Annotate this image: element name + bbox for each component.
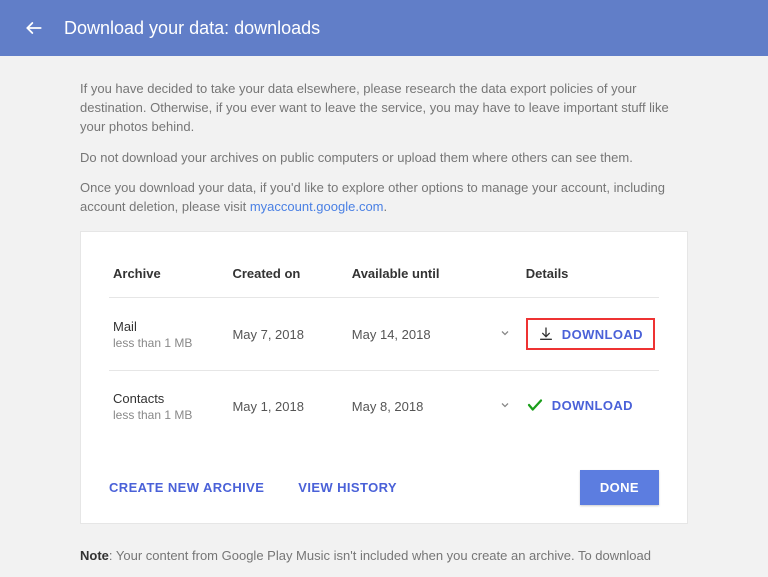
archives-table: Archive Created on Available until Detai… xyxy=(109,256,659,442)
arrow-left-icon xyxy=(24,18,44,38)
footer-note: Note: Your content from Google Play Musi… xyxy=(80,548,688,563)
chevron-down-icon xyxy=(499,399,511,411)
myaccount-link[interactable]: myaccount.google.com xyxy=(250,199,384,214)
card-actions: CREATE NEW ARCHIVE VIEW HISTORY DONE xyxy=(109,470,659,505)
intro-paragraph-1: If you have decided to take your data el… xyxy=(80,80,688,137)
archives-card: Archive Created on Available until Detai… xyxy=(80,231,688,524)
table-row: Contacts less than 1 MB May 1, 2018 May … xyxy=(109,371,659,443)
create-new-archive-button[interactable]: CREATE NEW ARCHIVE xyxy=(109,480,264,495)
archive-size: less than 1 MB xyxy=(113,408,224,422)
th-available: Available until xyxy=(348,256,489,298)
done-button[interactable]: DONE xyxy=(580,470,659,505)
expand-row-toggle[interactable] xyxy=(489,371,522,443)
th-details: Details xyxy=(522,256,659,298)
table-row: Mail less than 1 MB May 7, 2018 May 14, … xyxy=(109,298,659,371)
th-created: Created on xyxy=(228,256,347,298)
created-on: May 7, 2018 xyxy=(228,298,347,371)
view-history-button[interactable]: VIEW HISTORY xyxy=(298,480,397,495)
intro-paragraph-3: Once you download your data, if you'd li… xyxy=(80,179,688,217)
available-until: May 14, 2018 xyxy=(348,298,489,371)
download-highlight: DOWNLOAD xyxy=(526,318,655,350)
check-icon xyxy=(526,396,544,414)
app-header: Download your data: downloads xyxy=(0,0,768,56)
page-content: If you have decided to take your data el… xyxy=(0,56,768,563)
download-icon xyxy=(538,326,554,342)
download-button[interactable]: DOWNLOAD xyxy=(562,327,643,342)
available-until: May 8, 2018 xyxy=(348,371,489,443)
expand-row-toggle[interactable] xyxy=(489,298,522,371)
back-button[interactable] xyxy=(16,10,52,46)
intro-text: If you have decided to take your data el… xyxy=(80,80,688,217)
th-archive: Archive xyxy=(109,256,228,298)
download-button[interactable]: DOWNLOAD xyxy=(526,396,633,414)
archive-name: Contacts xyxy=(113,391,224,406)
chevron-down-icon xyxy=(499,327,511,339)
page-title: Download your data: downloads xyxy=(64,18,320,39)
intro-paragraph-2: Do not download your archives on public … xyxy=(80,149,688,168)
archive-size: less than 1 MB xyxy=(113,336,224,350)
archive-name: Mail xyxy=(113,319,224,334)
created-on: May 1, 2018 xyxy=(228,371,347,443)
